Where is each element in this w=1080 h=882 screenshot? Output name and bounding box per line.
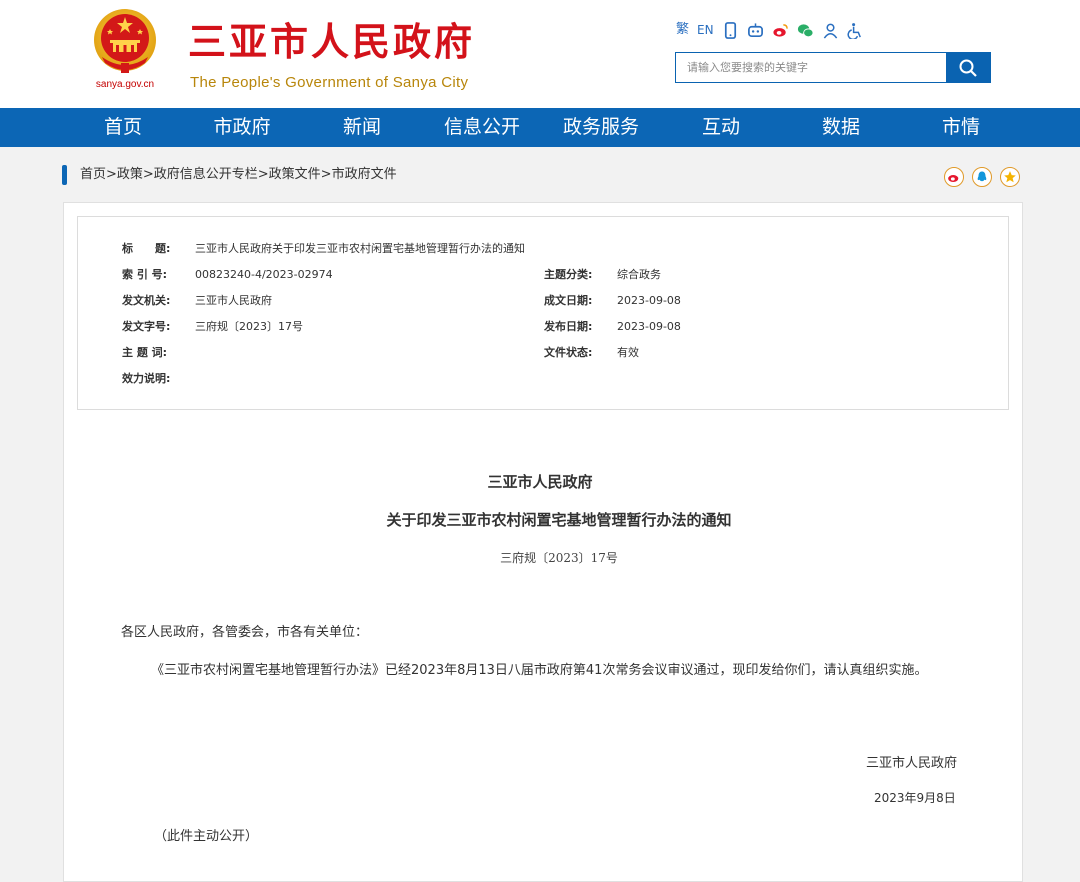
breadcrumb-marker [62,165,67,185]
nav-item-home[interactable]: 首页 [104,108,142,147]
document-title: 关于印发三亚市农村闲置宅基地管理暂行办法的通知 [386,511,732,529]
document-signature-org: 三亚市人民政府 [866,756,958,771]
site-header: sanya.gov.cn 三亚市人民政府 The People's Govern… [0,0,1080,108]
emblem-icon[interactable] [92,7,158,75]
header-toolbar: 繁 EN [676,19,864,41]
wechat-icon[interactable] [797,22,814,39]
nav-item-government-services[interactable]: 政务服务 [563,108,639,147]
breadcrumb[interactable]: 首页>政策>政府信息公开专栏>政策文件>市政府文件 [80,166,397,184]
meta-issuer-label: 发文机关: [122,294,171,307]
meta-issuer-value: 三亚市人民政府 [195,294,272,307]
english-link[interactable]: EN [697,20,714,40]
weibo-icon[interactable] [772,22,789,39]
nav-item-news[interactable]: 新闻 [343,108,381,147]
favorite-icon[interactable] [1000,167,1020,187]
search-icon [959,59,977,77]
site-logo-subtitle: The People's Government of Sanya City [190,74,469,91]
document-number: 三府规〔2023〕17号 [500,551,618,565]
meta-title-label: 标 题: [122,242,171,255]
document-signature-date: 2023年9月8日 [874,791,956,805]
nav-item-info-disclosure[interactable]: 信息公开 [444,108,520,147]
document-disclosure-note: （此件主动公开） [154,829,259,844]
share-qq-icon[interactable] [972,167,992,187]
user-icon[interactable] [822,22,839,39]
site-domain: sanya.gov.cn [95,79,155,90]
meta-written-date-value: 2023-09-08 [617,294,681,307]
search-button[interactable] [946,53,990,82]
meta-written-date-label: 成文日期: [544,294,593,307]
traditional-chinese-link[interactable]: 繁 [676,20,689,40]
robot-icon[interactable] [747,22,764,39]
meta-publish-date-label: 发布日期: [544,320,593,333]
meta-index-label: 索 引 号: [122,268,168,281]
meta-status-value: 有效 [617,346,639,359]
search-box [675,52,991,83]
share-weibo-icon[interactable] [944,167,964,187]
meta-category-label: 主题分类: [544,268,593,281]
search-input[interactable] [676,53,946,82]
meta-validity-label: 效力说明: [122,372,171,385]
document-salutation: 各区人民政府，各管委会，市各有关单位： [121,625,369,640]
nav-item-city-government[interactable]: 市政府 [213,108,270,147]
meta-docno-value: 三府规〔2023〕17号 [195,320,303,333]
nav-item-data[interactable]: 数据 [822,108,860,147]
document-body: 《三亚市农村闲置宅基地管理暂行办法》已经2023年8月13日八届市政府第41次常… [151,663,928,678]
document-metadata: 标 题: 三亚市人民政府关于印发三亚市农村闲置宅基地管理暂行办法的通知 索 引 … [77,216,1009,410]
meta-category-value: 综合政务 [617,268,661,281]
main-nav: 首页 市政府 新闻 信息公开 政务服务 互动 数据 市情 [0,108,1080,147]
meta-index-value: 00823240-4/2023-02974 [195,268,333,281]
meta-publish-date-value: 2023-09-08 [617,320,681,333]
meta-keywords-label: 主 题 词: [122,346,168,359]
meta-status-label: 文件状态: [544,346,593,359]
nav-item-city-profile[interactable]: 市情 [942,108,980,147]
nav-item-interaction[interactable]: 互动 [702,108,740,147]
site-logo-title[interactable]: 三亚市人民政府 [188,18,475,66]
mobile-icon[interactable] [722,21,739,39]
meta-docno-label: 发文字号: [122,320,171,333]
accessibility-icon[interactable] [847,22,864,39]
meta-title-value: 三亚市人民政府关于印发三亚市农村闲置宅基地管理暂行办法的通知 [195,242,525,255]
document-issuer: 三亚市人民政府 [487,473,593,491]
